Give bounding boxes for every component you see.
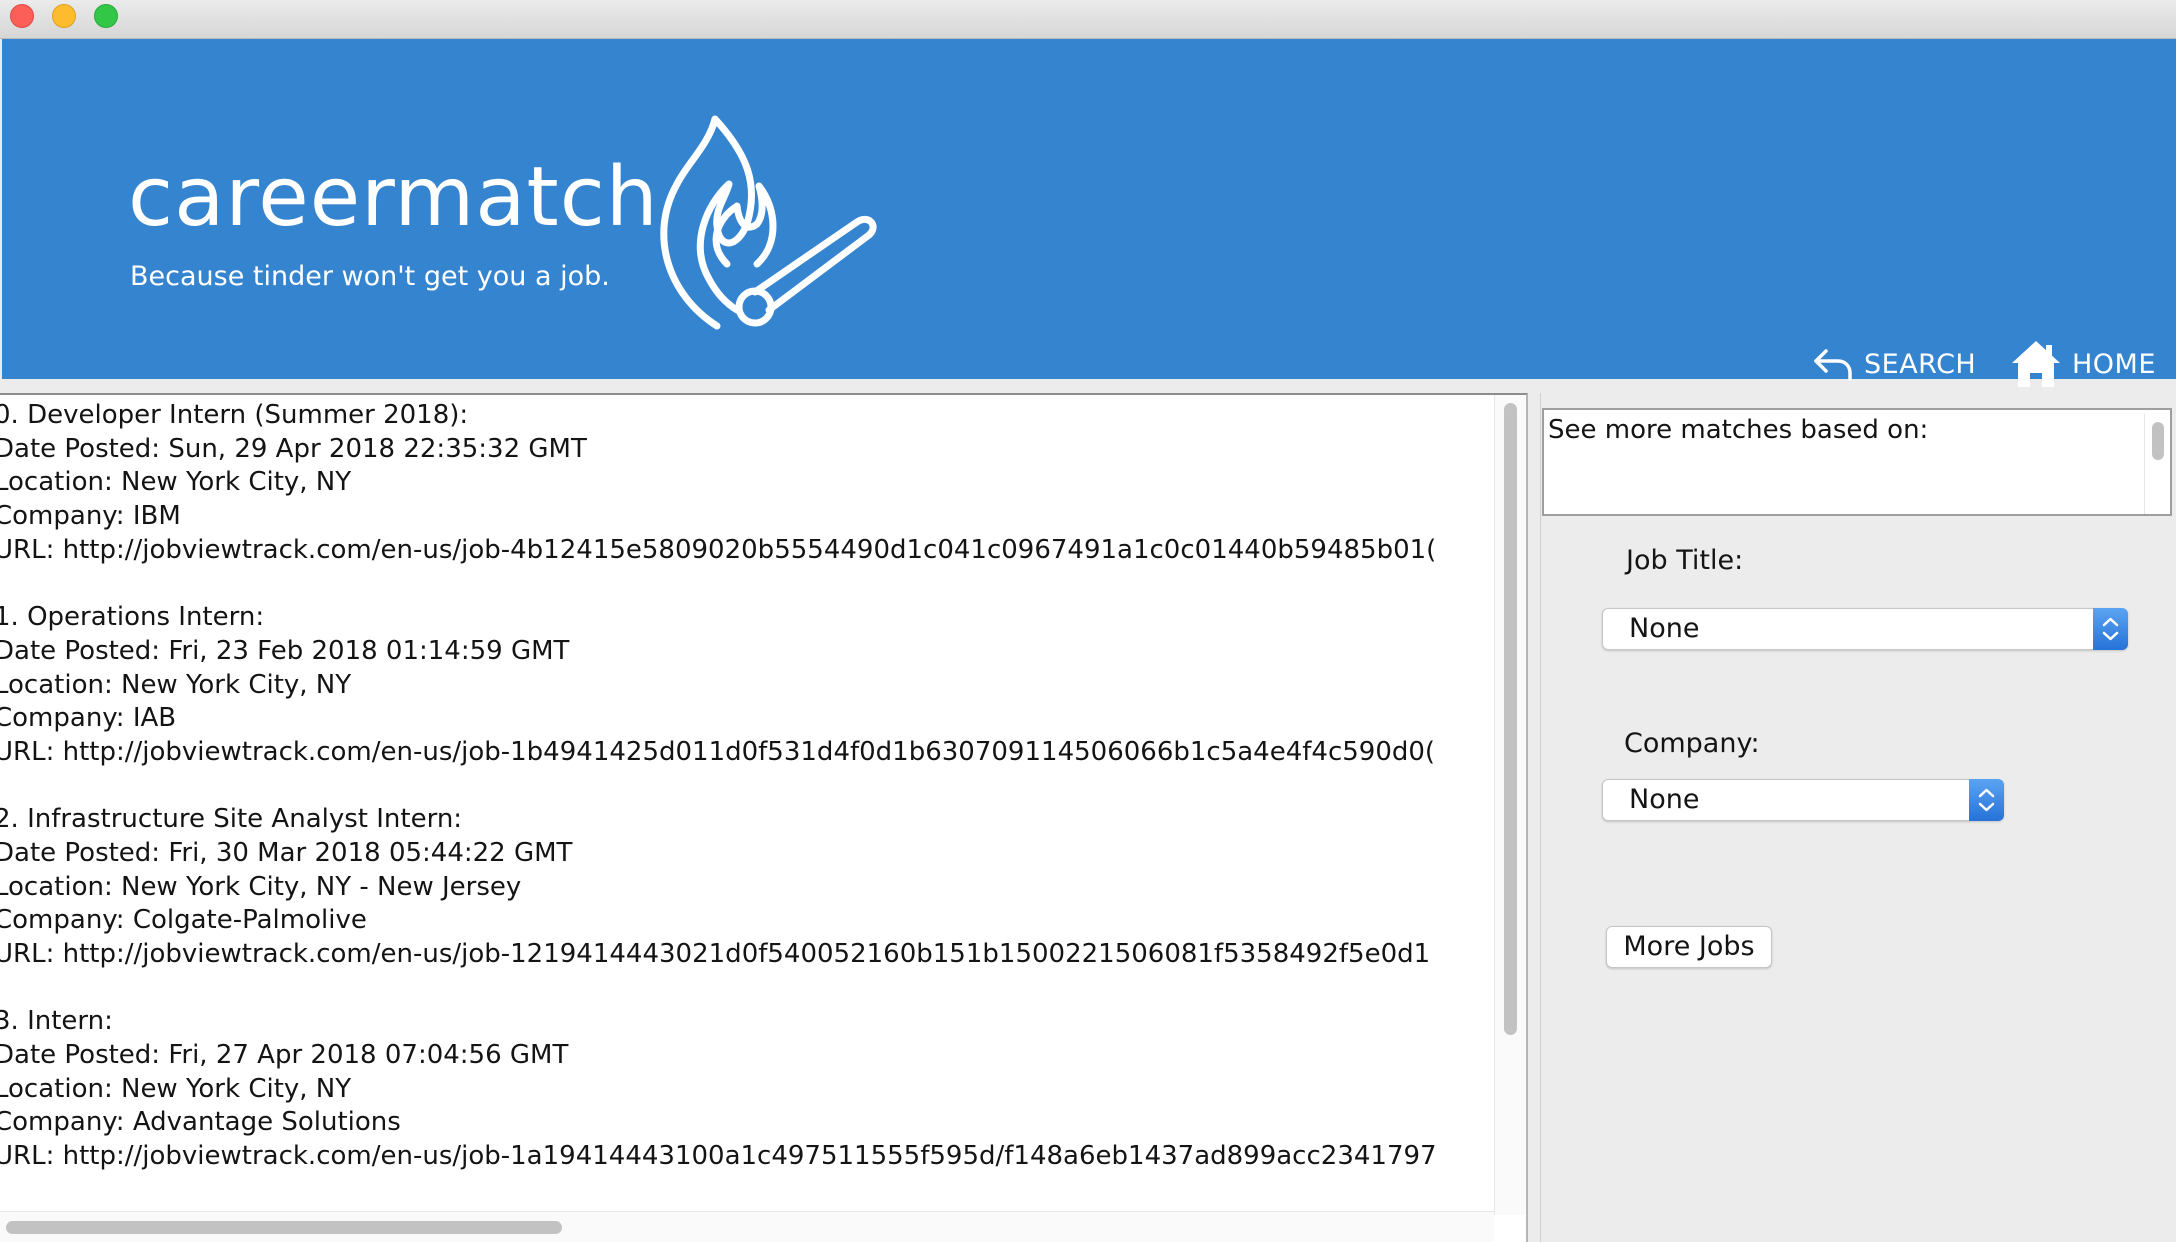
company-label: Company: bbox=[1624, 728, 1760, 759]
app-tagline: Because tinder won't get you a job. bbox=[130, 261, 610, 292]
job-title-select[interactable]: None bbox=[1602, 608, 2128, 650]
job-date: Date Posted: Fri, 30 Mar 2018 05:44:22 G… bbox=[0, 837, 573, 868]
matches-info-box: See more matches based on: bbox=[1542, 408, 2172, 516]
job-title-label: Job Title: bbox=[1626, 545, 1744, 576]
maximize-window-button[interactable] bbox=[94, 4, 118, 28]
flame-match-icon bbox=[660, 115, 877, 330]
job-company: Company: Colgate-Palmolive bbox=[0, 905, 367, 936]
app-title: careermatch bbox=[128, 150, 659, 245]
title-bar bbox=[0, 0, 2176, 39]
job-company: Company: IBM bbox=[0, 501, 181, 532]
job-title-select-value: None bbox=[1629, 613, 1700, 644]
select-arrows-icon bbox=[2093, 608, 2128, 650]
job-title: 3. Intern: bbox=[0, 1006, 113, 1037]
job-title: 2. Infrastructure Site Analyst Intern: bbox=[0, 804, 463, 835]
job-url: URL: http://jobviewtrack.com/en-us/job-1… bbox=[0, 939, 1431, 969]
matches-scrollbar-thumb[interactable] bbox=[2152, 422, 2164, 460]
job-entry: 1. Operations Intern: Date Posted: Fri, … bbox=[0, 601, 1488, 769]
job-url: URL: http://jobviewtrack.com/en-us/job-4… bbox=[0, 534, 1437, 565]
back-arrow-icon bbox=[1814, 349, 1852, 381]
matches-scrollbar[interactable] bbox=[2144, 414, 2169, 514]
job-date: Date Posted: Sun, 29 Apr 2018 22:35:32 G… bbox=[0, 433, 587, 464]
job-location: Location: New York City, NY bbox=[0, 669, 352, 700]
select-arrows-icon bbox=[1969, 779, 2004, 821]
close-window-button[interactable] bbox=[10, 4, 34, 28]
home-nav-button[interactable]: HOME bbox=[2010, 339, 2156, 389]
search-nav-label: SEARCH bbox=[1864, 348, 1977, 380]
job-location: Location: New York City, NY bbox=[0, 467, 352, 498]
more-jobs-button[interactable]: More Jobs bbox=[1606, 926, 1772, 968]
matches-heading: See more matches based on: bbox=[1548, 415, 1929, 445]
job-title: 0. Developer Intern (Summer 2018): bbox=[0, 400, 469, 430]
job-entry: 2. Infrastructure Site Analyst Intern: D… bbox=[0, 803, 1488, 971]
job-date: Date Posted: Fri, 23 Feb 2018 01:14:59 G… bbox=[0, 635, 570, 666]
minimize-window-button[interactable] bbox=[52, 4, 76, 28]
job-entry: 0. Developer Intern (Summer 2018): Date … bbox=[0, 399, 1488, 567]
search-nav-button[interactable]: SEARCH bbox=[1812, 339, 1976, 389]
job-url: URL: http://jobviewtrack.com/en-us/job-1… bbox=[0, 736, 1436, 767]
job-company: Company: Advantage Solutions bbox=[0, 1107, 401, 1138]
job-location: Location: New York City, NY bbox=[0, 1073, 352, 1104]
job-date: Date Posted: Fri, 27 Apr 2018 07:04:56 G… bbox=[0, 1040, 569, 1071]
company-select-value: None bbox=[1629, 784, 1700, 815]
job-entry: 3. Intern: Date Posted: Fri, 27 Apr 2018… bbox=[0, 1005, 1488, 1173]
job-results-panel[interactable]: 0. Developer Intern (Summer 2018): Date … bbox=[0, 393, 1528, 1242]
job-location: Location: New York City, NY - New Jersey bbox=[0, 871, 522, 902]
job-results-text[interactable]: 0. Developer Intern (Summer 2018): Date … bbox=[0, 399, 1488, 1219]
app-window: careermatch Because tinder won't get you… bbox=[0, 0, 2176, 1242]
job-url: URL: http://jobviewtrack.com/en-us/job-1… bbox=[0, 1141, 1437, 1172]
home-nav-label: HOME bbox=[2072, 348, 2156, 380]
app-header: careermatch Because tinder won't get you… bbox=[2, 39, 2176, 387]
home-icon bbox=[2012, 341, 2060, 387]
job-title: 1. Operations Intern: bbox=[0, 602, 265, 633]
company-select[interactable]: None bbox=[1602, 779, 2004, 821]
vertical-scrollbar-thumb[interactable] bbox=[1504, 403, 1517, 1035]
horizontal-scrollbar-thumb[interactable] bbox=[6, 1221, 562, 1234]
job-company: Company: IAB bbox=[0, 703, 177, 734]
